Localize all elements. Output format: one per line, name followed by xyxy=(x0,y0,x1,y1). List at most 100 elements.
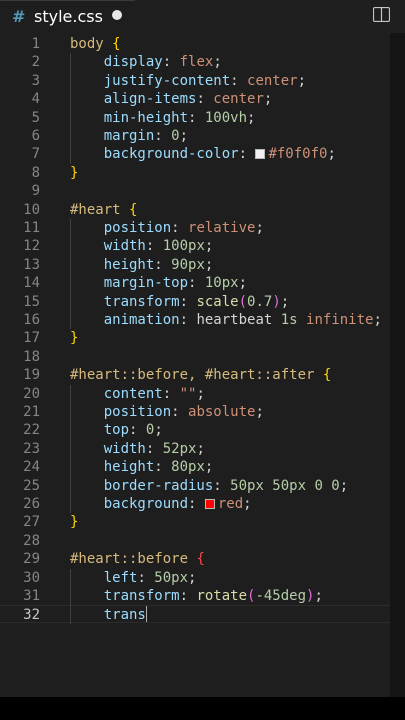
code-line[interactable]: 21 position: absolute; xyxy=(0,403,390,421)
code-line[interactable]: 24 height: 80px; xyxy=(0,458,390,476)
code-text: } xyxy=(70,330,79,347)
code-line[interactable]: 11 position: relative; xyxy=(0,219,390,237)
code-line[interactable]: 30 left: 50px; xyxy=(0,569,390,587)
code-line[interactable]: 12 width: 100px; xyxy=(0,237,390,255)
line-number: 26 xyxy=(23,496,40,512)
line-number: 20 xyxy=(23,385,40,402)
code-line[interactable]: 27} xyxy=(0,513,390,531)
code-text: animation: heartbeat 1s infinite; xyxy=(103,312,382,328)
code-line[interactable]: 19 #heart::before, #heart::after { xyxy=(0,366,390,384)
line-number: 22 xyxy=(23,422,40,439)
line-number: 27 xyxy=(23,514,40,531)
code-text: top: 0; xyxy=(103,422,163,439)
code-line[interactable]: 1 body { xyxy=(0,35,390,53)
code-text: content: ""; xyxy=(103,385,205,402)
code-text: align-items: center; xyxy=(103,91,273,108)
code-line[interactable]: 7 background-color: #f0f0f0; xyxy=(0,145,390,163)
line-number: 10 xyxy=(23,201,40,218)
line-number: 28 xyxy=(23,532,40,549)
color-swatch-icon[interactable] xyxy=(204,499,215,509)
code-line[interactable]: 28 xyxy=(0,532,390,550)
css-hash-icon: # xyxy=(12,7,26,26)
code-line[interactable]: 4 align-items: center; xyxy=(0,90,390,108)
code-text: min-height: 100vh; xyxy=(103,109,256,126)
line-number: 7 xyxy=(31,146,40,163)
code-text: border-radius: 50px 50px 0 0; xyxy=(103,477,349,494)
code-line[interactable]: 32 trans xyxy=(0,605,390,624)
line-number: 30 xyxy=(23,569,40,586)
code-line[interactable]: 25 border-radius: 50px 50px 0 0; xyxy=(0,477,390,495)
tab-bar: # style.css xyxy=(0,0,405,33)
code-text: margin-top: 10px; xyxy=(103,275,248,292)
indent-guide xyxy=(70,568,71,624)
code-text: width: 52px; xyxy=(103,440,205,457)
line-number: 3 xyxy=(31,72,40,89)
tab-style-css[interactable]: # style.css xyxy=(0,0,135,33)
code-line[interactable]: 15 transform: scale(0.7); xyxy=(0,293,390,311)
line-number: 19 xyxy=(23,367,40,384)
line-number: 15 xyxy=(23,293,40,310)
code-line[interactable]: 17} xyxy=(0,329,390,347)
line-number: 12 xyxy=(23,238,40,255)
code-editor[interactable]: 1 body {2 display: flex; 3 justify-content… xyxy=(0,33,390,697)
code-line[interactable]: 22 top: 0; xyxy=(0,421,390,439)
code-text: left: 50px; xyxy=(103,569,197,586)
code-text: height: 80px; xyxy=(103,459,214,476)
unsaved-dot-icon[interactable] xyxy=(112,10,122,20)
code-line[interactable]: 6 margin: 0; xyxy=(0,127,390,145)
line-number: 1 xyxy=(31,36,40,52)
code-line[interactable]: 10 #heart { xyxy=(0,201,390,219)
line-number: 31 xyxy=(23,588,40,604)
code-line[interactable]: 18 xyxy=(0,348,390,366)
line-number: 29 xyxy=(23,551,40,568)
code-line[interactable]: 29 #heart::before { xyxy=(0,550,390,568)
line-number: 24 xyxy=(23,459,40,476)
code-line[interactable]: 9 xyxy=(0,182,390,200)
line-number: 11 xyxy=(23,220,40,236)
line-number: 16 xyxy=(23,312,40,328)
line-number: 5 xyxy=(31,109,40,126)
code-line[interactable]: 14 margin-top: 10px; xyxy=(0,274,390,292)
code-line[interactable]: 3 justify-content: center; xyxy=(0,72,390,90)
line-number: 8 xyxy=(31,164,40,181)
code-line[interactable]: 2 display: flex; xyxy=(0,53,390,71)
code-line[interactable]: 23 width: 52px; xyxy=(0,440,390,458)
line-number: 17 xyxy=(23,330,40,347)
line-number: 32 xyxy=(23,607,40,624)
code-text: height: 90px; xyxy=(103,256,214,273)
line-number: 9 xyxy=(31,183,40,200)
code-text: transform: scale(0.7); xyxy=(103,293,290,310)
split-editor-icon[interactable] xyxy=(373,7,390,22)
code-text: #heart { xyxy=(70,201,138,218)
code-text: #heart::before, #heart::after { xyxy=(70,367,332,384)
code-text: display: flex; xyxy=(103,54,222,71)
line-number: 25 xyxy=(23,477,40,494)
code-line[interactable]: 13 height: 90px; xyxy=(0,256,390,274)
code-text: margin: 0; xyxy=(103,128,189,144)
indent-guide xyxy=(70,384,71,514)
code-text: position: relative; xyxy=(103,220,264,236)
line-number: 23 xyxy=(23,440,40,457)
code-line[interactable]: 20 content: ""; xyxy=(0,385,390,403)
code-line[interactable]: 26 background: red; xyxy=(0,495,390,513)
code-line[interactable]: 31 transform: rotate(-45deg); xyxy=(0,587,390,605)
line-number: 4 xyxy=(31,91,40,108)
editor-scrollbar[interactable] xyxy=(390,33,405,697)
code-text: width: 100px; xyxy=(103,238,214,255)
tab-title[interactable]: style.css xyxy=(34,7,103,26)
code-text: transform: rotate(-45deg); xyxy=(103,588,323,604)
indent-guide xyxy=(70,53,71,164)
line-number: 14 xyxy=(23,275,40,292)
code-text: trans xyxy=(103,606,147,624)
line-number: 13 xyxy=(23,256,40,273)
color-swatch-icon[interactable] xyxy=(255,149,266,160)
code-line[interactable]: 8} xyxy=(0,164,390,182)
code-text: body { xyxy=(70,36,121,52)
code-line[interactable]: 16 animation: heartbeat 1s infinite; xyxy=(0,311,390,329)
code-line[interactable]: 5 min-height: 100vh; xyxy=(0,109,390,127)
line-number: 2 xyxy=(31,54,40,71)
text-cursor xyxy=(145,606,147,623)
bottom-bar xyxy=(0,697,405,720)
code-text: justify-content: center; xyxy=(103,72,307,89)
code-text: position: absolute; xyxy=(103,404,264,420)
